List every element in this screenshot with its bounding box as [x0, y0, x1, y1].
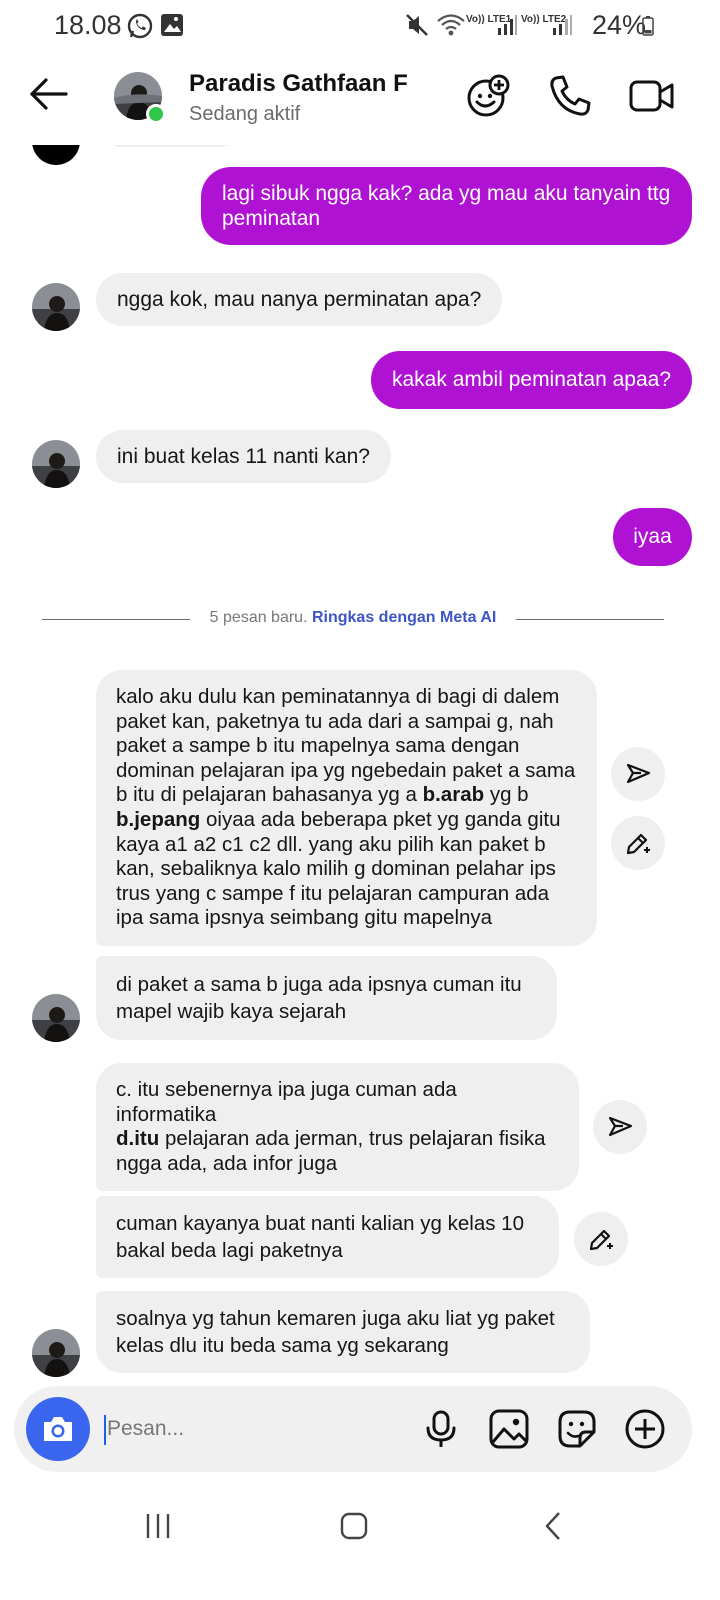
signal-icon-2 — [553, 15, 572, 35]
effects-icon[interactable] — [464, 72, 512, 120]
battery-icon — [642, 16, 654, 36]
status-bar: 18.08 Vo)) LTE1 Vo)) LTE2 24% — [0, 0, 720, 50]
recents-icon[interactable] — [142, 1510, 174, 1542]
message-input[interactable] — [107, 1410, 407, 1448]
contact-name[interactable]: Paradis Gathfaan F — [189, 70, 408, 98]
edit-ai-icon — [626, 833, 650, 855]
battery-percent: 24% — [591, 10, 646, 40]
message-text-bold: b.jepang — [116, 807, 201, 831]
message-bubble[interactable]: c. itu sebenernya ipa juga cuman ada inf… — [96, 1063, 579, 1191]
image-icon[interactable] — [488, 1408, 530, 1450]
message-composer — [14, 1386, 692, 1472]
camera-icon — [44, 1417, 72, 1441]
edit-ai-button[interactable] — [611, 816, 665, 870]
message-bubble[interactable]: kalo aku dulu kan peminatannya di bagi d… — [96, 670, 597, 946]
online-indicator — [146, 104, 166, 124]
forward-button[interactable] — [611, 747, 665, 801]
message-bubble[interactable]: soalnya yg tahun kemaren juga aku liat y… — [96, 1291, 590, 1373]
mute-icon — [406, 14, 428, 36]
back-icon[interactable] — [538, 1510, 570, 1542]
new-messages-divider: 5 pesan baru. Ringkas dengan Meta AI — [0, 607, 720, 631]
message-bubble[interactable]: cuman kayanya buat nanti kalian yg kelas… — [96, 1196, 559, 1278]
wifi-icon — [437, 14, 465, 36]
message-text: c. itu sebenernya ipa juga cuman ada inf… — [116, 1078, 457, 1126]
message-text: pelajaran ada jerman, trus pelajaran fis… — [116, 1127, 546, 1175]
phone-icon[interactable] — [546, 72, 594, 120]
microphone-icon[interactable] — [420, 1408, 462, 1450]
avatar[interactable] — [32, 440, 80, 488]
chat-header: Paradis Gathfaan F Sedang aktif — [0, 50, 720, 145]
message-bubble[interactable]: di paket a sama b juga ada ipsnya cuman … — [96, 956, 557, 1040]
camera-button[interactable] — [26, 1397, 90, 1461]
avatar[interactable] — [32, 283, 80, 331]
avatar[interactable] — [32, 1329, 80, 1377]
forward-icon — [608, 1116, 633, 1137]
message-bubble[interactable]: kakak ambil peminatan apaa? — [371, 351, 693, 409]
message-text-bold: b.arab — [422, 783, 485, 807]
text-cursor — [104, 1415, 106, 1445]
summarize-meta-ai-link[interactable]: Ringkas dengan Meta AI — [312, 609, 496, 626]
message-list[interactable]: lagi sibuk ngga kak? ada yg mau aku tany… — [0, 145, 720, 1385]
edit-ai-button[interactable] — [574, 1212, 628, 1266]
message-bubble[interactable]: ini buat kelas 11 nanti kan? — [96, 430, 391, 483]
divider-line — [516, 619, 664, 620]
avatar[interactable] — [32, 994, 80, 1042]
sticker-icon[interactable] — [556, 1408, 598, 1450]
divider-text: 5 pesan baru. Ringkas dengan Meta AI — [0, 609, 706, 627]
message-bubble[interactable]: lagi sibuk ngga kak? ada yg mau aku tany… — [201, 167, 692, 245]
avatar — [32, 145, 80, 165]
message-bubble-partial — [106, 145, 236, 147]
edit-ai-icon — [589, 1229, 613, 1251]
message-text: yg b — [484, 783, 529, 807]
forward-button[interactable] — [593, 1100, 647, 1154]
message-bubble[interactable]: iyaa — [613, 508, 692, 566]
back-arrow-icon[interactable] — [26, 72, 70, 116]
gallery-icon — [161, 14, 183, 36]
status-time: 18.08 — [54, 10, 122, 40]
message-text-bold: d.itu — [116, 1127, 160, 1150]
video-icon[interactable] — [628, 72, 676, 120]
whatsapp-icon — [127, 13, 153, 39]
signal-icon — [498, 15, 517, 35]
home-icon[interactable] — [338, 1510, 370, 1542]
plus-icon[interactable] — [624, 1408, 666, 1450]
contact-status: Sedang aktif — [189, 103, 301, 125]
system-nav-bar — [0, 1480, 720, 1600]
new-message-count: 5 pesan baru. — [209, 609, 308, 626]
message-bubble[interactable]: ngga kok, mau nanya perminatan apa? — [96, 273, 503, 326]
forward-icon — [626, 763, 651, 784]
